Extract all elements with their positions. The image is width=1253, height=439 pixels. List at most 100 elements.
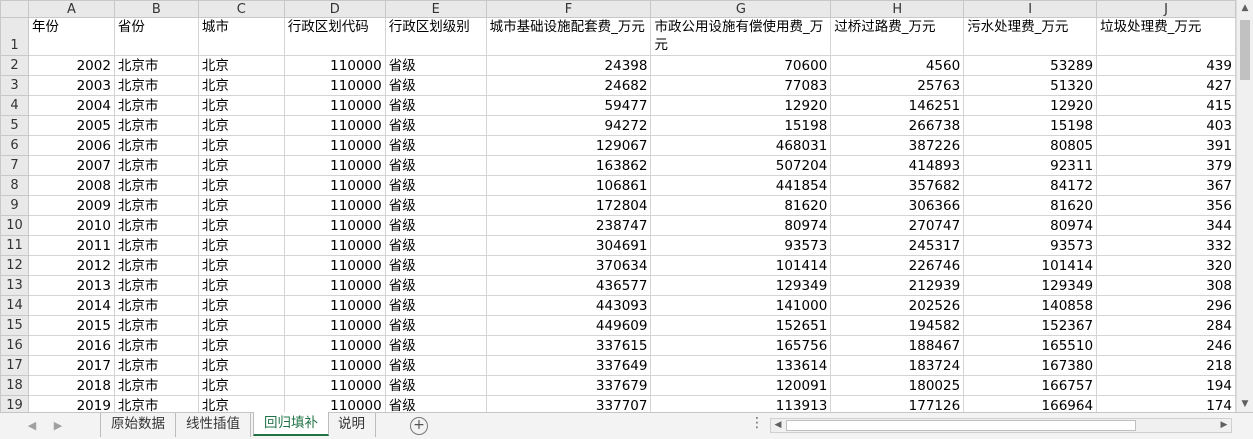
cell[interactable]: 北京市 xyxy=(113,195,199,216)
cell[interactable]: 387226 xyxy=(830,135,965,156)
column-title-cell[interactable]: 垃圾处理费_万元 xyxy=(1096,17,1236,56)
cell[interactable]: 省级 xyxy=(384,95,487,116)
cell[interactable]: 北京 xyxy=(197,135,285,156)
cell[interactable]: 152367 xyxy=(963,315,1098,336)
cell[interactable]: 165510 xyxy=(963,335,1098,356)
row-header[interactable]: 13 xyxy=(0,275,29,296)
cell[interactable]: 337649 xyxy=(485,355,652,376)
cell[interactable]: 129349 xyxy=(963,275,1098,296)
cell[interactable]: 北京 xyxy=(197,75,285,96)
cell[interactable]: 2010 xyxy=(27,215,115,236)
row-header[interactable]: 4 xyxy=(0,95,29,116)
cell[interactable]: 北京 xyxy=(197,215,285,236)
row-header[interactable]: 1 xyxy=(0,17,29,56)
cell[interactable]: 120091 xyxy=(650,375,832,396)
cell[interactable]: 284 xyxy=(1096,315,1236,336)
cell[interactable]: 省级 xyxy=(384,115,487,136)
cell[interactable]: 2006 xyxy=(27,135,115,156)
row-header[interactable]: 7 xyxy=(0,155,29,176)
cell[interactable]: 81620 xyxy=(963,195,1098,216)
cell[interactable]: 101414 xyxy=(963,255,1098,276)
cell[interactable]: 北京市 xyxy=(113,215,199,236)
cell[interactable]: 80974 xyxy=(963,215,1098,236)
column-header[interactable]: E xyxy=(384,0,487,18)
cell[interactable]: 391 xyxy=(1096,135,1236,156)
cell[interactable]: 北京 xyxy=(197,255,285,276)
cell[interactable]: 省级 xyxy=(384,175,487,196)
cell[interactable]: 436577 xyxy=(485,275,652,296)
cell[interactable]: 省级 xyxy=(384,375,487,396)
cell[interactable]: 59477 xyxy=(485,95,652,116)
column-header[interactable]: D xyxy=(283,0,386,18)
cell[interactable]: 110000 xyxy=(283,135,386,156)
cell[interactable]: 2002 xyxy=(27,55,115,76)
cell[interactable]: 70600 xyxy=(650,55,832,76)
cell[interactable]: 163862 xyxy=(485,155,652,176)
row-header[interactable]: 11 xyxy=(0,235,29,256)
cell[interactable]: 308 xyxy=(1096,275,1236,296)
cell[interactable]: 110000 xyxy=(283,235,386,256)
cell[interactable]: 北京 xyxy=(197,95,285,116)
cell[interactable]: 172804 xyxy=(485,195,652,216)
cell[interactable]: 427 xyxy=(1096,75,1236,96)
cell[interactable]: 24682 xyxy=(485,75,652,96)
cell[interactable]: 202526 xyxy=(830,295,965,316)
cell[interactable]: 93573 xyxy=(963,235,1098,256)
cell[interactable]: 194 xyxy=(1096,375,1236,396)
cell[interactable]: 218 xyxy=(1096,355,1236,376)
cell[interactable]: 84172 xyxy=(963,175,1098,196)
scroll-right-arrow-icon[interactable]: ▶ xyxy=(1217,419,1231,432)
row-header[interactable]: 8 xyxy=(0,175,29,196)
column-header[interactable]: G xyxy=(650,0,832,18)
cell[interactable]: 113913 xyxy=(650,395,832,412)
cell[interactable]: 省级 xyxy=(384,75,487,96)
cell[interactable]: 2011 xyxy=(27,235,115,256)
row-header[interactable]: 6 xyxy=(0,135,29,156)
cell[interactable]: 165756 xyxy=(650,335,832,356)
column-title-cell[interactable]: 城市 xyxy=(197,17,285,56)
cell[interactable]: 51320 xyxy=(963,75,1098,96)
cell[interactable]: 306366 xyxy=(830,195,965,216)
cell[interactable]: 110000 xyxy=(283,115,386,136)
cell[interactable]: 140858 xyxy=(963,295,1098,316)
cell[interactable]: 152651 xyxy=(650,315,832,336)
tab-notes[interactable]: 说明 xyxy=(328,413,376,437)
cell[interactable]: 省级 xyxy=(384,235,487,256)
cell[interactable]: 110000 xyxy=(283,55,386,76)
cell[interactable]: 212939 xyxy=(830,275,965,296)
cell[interactable]: 266738 xyxy=(830,115,965,136)
cell[interactable]: 81620 xyxy=(650,195,832,216)
column-title-cell[interactable]: 年份 xyxy=(27,17,115,56)
cell[interactable]: 北京 xyxy=(197,195,285,216)
cell[interactable]: 332 xyxy=(1096,235,1236,256)
cell[interactable]: 110000 xyxy=(283,95,386,116)
cell[interactable]: 北京市 xyxy=(113,175,199,196)
cell[interactable]: 403 xyxy=(1096,115,1236,136)
cell[interactable]: 166964 xyxy=(963,395,1098,412)
cell[interactable]: 94272 xyxy=(485,115,652,136)
cell[interactable]: 北京市 xyxy=(113,95,199,116)
row-header[interactable]: 16 xyxy=(0,335,29,356)
cell[interactable]: 167380 xyxy=(963,355,1098,376)
cell[interactable]: 92311 xyxy=(963,155,1098,176)
cell[interactable]: 110000 xyxy=(283,275,386,296)
cell[interactable]: 2016 xyxy=(27,335,115,356)
cell[interactable]: 北京 xyxy=(197,355,285,376)
cell[interactable]: 北京 xyxy=(197,315,285,336)
column-title-cell[interactable]: 污水处理费_万元 xyxy=(963,17,1098,56)
cell[interactable]: 379 xyxy=(1096,155,1236,176)
more-options-icon[interactable]: ⋮ xyxy=(750,415,764,431)
cell[interactable]: 80805 xyxy=(963,135,1098,156)
cell[interactable]: 356 xyxy=(1096,195,1236,216)
cell[interactable]: 北京 xyxy=(197,235,285,256)
cell[interactable]: 110000 xyxy=(283,295,386,316)
row-header[interactable]: 9 xyxy=(0,195,29,216)
row-header[interactable]: 19 xyxy=(0,395,29,412)
cell[interactable]: 2017 xyxy=(27,355,115,376)
select-all-corner[interactable] xyxy=(0,0,29,18)
scroll-down-arrow-icon[interactable]: ▼ xyxy=(1237,396,1253,412)
cell[interactable]: 北京市 xyxy=(113,75,199,96)
cell[interactable]: 北京市 xyxy=(113,295,199,316)
cell[interactable]: 183724 xyxy=(830,355,965,376)
cell[interactable]: 296 xyxy=(1096,295,1236,316)
